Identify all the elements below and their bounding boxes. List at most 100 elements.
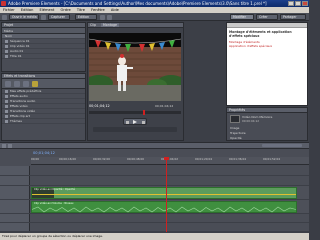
monitor-timecode: 00;01;04;12: [89, 104, 110, 108]
ruler-tick: 00;00: [31, 157, 40, 161]
audio-clip-label: Clip vidéo.avi Volume : Niveau: [34, 202, 74, 205]
menu-help[interactable]: Aide: [111, 8, 119, 12]
property-opacity[interactable]: Opacité: [230, 136, 242, 140]
close-button[interactable]: [302, 1, 308, 6]
track-header[interactable]: [0, 176, 30, 185]
menu-edit[interactable]: Edition: [21, 8, 33, 12]
ruler-tick: 00;00;16;00: [59, 157, 77, 161]
properties-title: Propriétés: [227, 108, 307, 113]
track-narration: [0, 214, 309, 223]
video-preview[interactable]: [89, 33, 181, 101]
audio-waveform: [32, 206, 296, 213]
property-image[interactable]: Image: [230, 126, 239, 130]
track-video-1: Clip vidéo.avi Opacité : Opacité: [0, 186, 309, 200]
effects-tabs: [2, 79, 85, 89]
star-icon[interactable]: [32, 81, 38, 87]
transport-controls: [123, 118, 147, 125]
clip-thumbnail: [230, 115, 240, 123]
folder-icon: [5, 114, 8, 118]
titles-icon[interactable]: [23, 81, 29, 87]
transitions-icon[interactable]: [14, 81, 20, 87]
window-title: Adobe Premiere Elements - [C:\Documents …: [8, 1, 267, 6]
step-back-icon[interactable]: [126, 121, 129, 124]
tab-share[interactable]: Partager: [280, 14, 306, 20]
clip-icon: [5, 44, 8, 48]
track-header[interactable]: [0, 223, 30, 231]
ruler-tick: 00;01;20;04: [195, 157, 213, 161]
tab-timeline[interactable]: Montage: [101, 23, 119, 27]
timeline-icon[interactable]: [2, 144, 6, 148]
property-motion[interactable]: Trajectoire: [230, 131, 246, 135]
folder-icon: [5, 109, 8, 113]
ruler-tick: 00;00;32;00: [93, 157, 111, 161]
menu-window[interactable]: Fenêtre: [91, 8, 105, 12]
clip-label: Clip vidéo.avi Opacité : Opacité: [34, 188, 75, 191]
tab-create[interactable]: Créer: [256, 14, 278, 20]
how-to-link-2[interactable]: Application d'effets spéciaux: [227, 44, 307, 48]
how-to-title: Montage d'éléments et application d'effe…: [229, 30, 292, 38]
list-item[interactable]: Thèmes: [2, 119, 85, 124]
timeline-header: [0, 143, 309, 149]
tab-clip[interactable]: Clip: [90, 23, 96, 27]
ruler-tick: 00;01;36;04: [229, 157, 247, 161]
folder-icon: [5, 119, 8, 123]
title-bar: Adobe Premiere Elements - [C:\Documents …: [0, 0, 309, 7]
ruler-tick: 00;00;48;00: [127, 157, 145, 161]
timeline-panel: 00;01;04;12 00;00 00;00;16;00 00;00;32;0…: [0, 142, 309, 232]
folder-icon: [5, 99, 8, 103]
properties-panel: Propriétés Vidéo Nom Mémoire 00:00:04:12…: [226, 107, 308, 141]
opacity-line[interactable]: [32, 194, 296, 195]
monitor-duration: 00;01;04;12: [155, 104, 174, 108]
workspace-button[interactable]: Ouvrir le média: [9, 14, 39, 20]
undo-icon[interactable]: [100, 14, 105, 20]
track-audio-1: Clip vidéo.avi Volume : Niveau: [0, 200, 309, 214]
tab-modify[interactable]: Modifier: [230, 14, 254, 20]
step-forward-icon[interactable]: [142, 121, 145, 124]
play-icon[interactable]: [133, 120, 137, 124]
how-to-panel: Montage d'éléments et application d'effe…: [226, 22, 308, 106]
new-project-icon[interactable]: [2, 14, 7, 20]
effects-panel: Effets et transitions Mes effets prédéfi…: [1, 73, 86, 141]
menu-order[interactable]: Ordre: [61, 8, 71, 12]
track-video-3: [0, 166, 309, 176]
tab-edit[interactable]: Edition: [75, 14, 97, 20]
playhead-handle[interactable]: [164, 157, 169, 160]
minimize-button[interactable]: [288, 1, 294, 6]
menu-file[interactable]: Fichier: [3, 8, 15, 12]
ruler-tick: 00;01;52;04: [263, 157, 281, 161]
menu-title[interactable]: Titre: [77, 8, 85, 12]
folder-icon: [5, 104, 8, 108]
status-bar: Tirez pour déplacer un groupe de sélecti…: [0, 233, 309, 240]
maximize-button[interactable]: [295, 1, 301, 6]
video-clip[interactable]: Clip vidéo.avi Opacité : Opacité: [31, 187, 297, 199]
folder-icon: [5, 94, 8, 98]
track-header[interactable]: [0, 200, 30, 213]
timeline-timecode: 00;01;04;12: [33, 151, 55, 155]
monitor-controls: 00;01;04;12 00;01;04;12: [89, 103, 181, 139]
redo-icon[interactable]: [107, 14, 112, 20]
menu-clip[interactable]: Elément: [40, 8, 55, 12]
capture-button[interactable]: Capturer: [48, 14, 70, 20]
scrubber-playhead[interactable]: [143, 110, 145, 115]
monitor-scrubber[interactable]: [89, 110, 181, 115]
timeline-playhead[interactable]: [166, 157, 167, 232]
track-soundtrack: [0, 223, 309, 232]
audio-clip[interactable]: Clip vidéo.avi Volume : Niveau: [31, 201, 297, 213]
track-video-2: [0, 176, 309, 186]
timeline-ruler[interactable]: 00;00 00;00;16;00 00;00;32;00 00;00;48;0…: [31, 157, 309, 165]
effects-icon[interactable]: [5, 81, 11, 87]
list-item[interactable]: Titre 01: [2, 54, 85, 59]
toolbar: Ouvrir le média Capturer Edition Modifie…: [0, 13, 309, 21]
zoom-slider[interactable]: [262, 144, 302, 147]
status-text: Tirez pour déplacer un groupe de sélecti…: [2, 234, 103, 238]
track-header[interactable]: [0, 186, 30, 199]
razor-icon[interactable]: [8, 144, 12, 148]
track-header[interactable]: [0, 214, 30, 222]
monitor-tabs: Clip Montage: [88, 23, 183, 28]
video-frame-image: [89, 33, 181, 101]
folder-icon: [5, 89, 8, 93]
track-header[interactable]: [0, 166, 30, 175]
jog-shuttle[interactable]: [93, 127, 177, 132]
project-panel: Projet Média Nom Séquence 01 Clip vidéo …: [1, 22, 86, 72]
capture-icon[interactable]: [41, 14, 46, 20]
